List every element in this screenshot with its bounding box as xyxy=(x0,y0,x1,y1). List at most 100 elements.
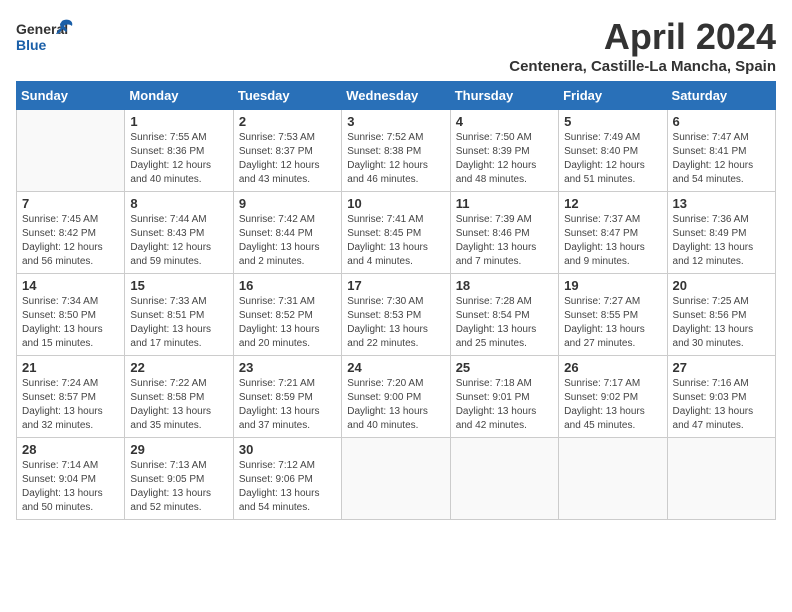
header: General Blue April 2024 Centenera, Casti… xyxy=(16,16,776,75)
day-number: 2 xyxy=(239,114,336,129)
day-info: Sunrise: 7:37 AM Sunset: 8:47 PM Dayligh… xyxy=(564,213,661,269)
calendar-cell: 4 Sunrise: 7:50 AM Sunset: 8:39 PM Daylig… xyxy=(450,110,558,192)
calendar-cell: 6Sunrise: 7:47 AM Sunset: 8:41 PM Daylig… xyxy=(667,110,775,192)
day-info: Sunrise: 7:20 AM Sunset: 9:00 PM Dayligh… xyxy=(347,377,444,433)
day-number: 4 xyxy=(456,114,553,129)
day-number: 8 xyxy=(130,196,227,211)
svg-text:Blue: Blue xyxy=(16,37,47,53)
day-info: Sunrise: 7:16 AM Sunset: 9:03 PM Dayligh… xyxy=(673,377,770,433)
calendar-week-row: 14 Sunrise: 7:34 AM Sunset: 8:50 PM Dayli… xyxy=(17,274,776,356)
calendar-cell: 8Sunrise: 7:44 AM Sunset: 8:43 PM Daylig… xyxy=(125,192,233,274)
day-info: Sunrise: 7:27 AM Sunset: 8:55 PM Dayligh… xyxy=(564,295,661,351)
calendar-cell xyxy=(667,438,775,520)
calendar-cell: 24 Sunrise: 7:20 AM Sunset: 9:00 PM Dayli… xyxy=(342,356,450,438)
day-number: 24 xyxy=(347,360,444,375)
day-number: 27 xyxy=(673,360,770,375)
weekday-header-tuesday: Tuesday xyxy=(233,82,341,110)
day-info: Sunrise: 7:24 AM Sunset: 8:57 PM Dayligh… xyxy=(22,377,119,433)
day-info: Sunrise: 7:45 AM Sunset: 8:42 PM Dayligh… xyxy=(22,213,119,269)
calendar-cell: 27 Sunrise: 7:16 AM Sunset: 9:03 PM Dayli… xyxy=(667,356,775,438)
day-info: Sunrise: 7:34 AM Sunset: 8:50 PM Dayligh… xyxy=(22,295,119,351)
calendar-cell: 28 Sunrise: 7:14 AM Sunset: 9:04 PM Dayli… xyxy=(17,438,125,520)
day-number: 11 xyxy=(456,196,553,211)
day-number: 14 xyxy=(22,278,119,293)
calendar-cell xyxy=(17,110,125,192)
day-info: Sunrise: 7:18 AM Sunset: 9:01 PM Dayligh… xyxy=(456,377,553,433)
calendar-table: SundayMondayTuesdayWednesdayThursdayFrid… xyxy=(16,81,776,520)
calendar-cell: 20 Sunrise: 7:25 AM Sunset: 8:56 PM Dayli… xyxy=(667,274,775,356)
day-number: 10 xyxy=(347,196,444,211)
day-number: 18 xyxy=(456,278,553,293)
logo: General Blue xyxy=(16,16,76,66)
weekday-header-sunday: Sunday xyxy=(17,82,125,110)
calendar-cell xyxy=(342,438,450,520)
day-number: 30 xyxy=(239,442,336,457)
calendar-cell: 23 Sunrise: 7:21 AM Sunset: 8:59 PM Dayli… xyxy=(233,356,341,438)
location-subtitle: Centenera, Castille-La Mancha, Spain xyxy=(509,58,776,75)
weekday-header-row: SundayMondayTuesdayWednesdayThursdayFrid… xyxy=(17,82,776,110)
calendar-cell xyxy=(450,438,558,520)
day-info: Sunrise: 7:49 AM Sunset: 8:40 PM Dayligh… xyxy=(564,131,661,187)
day-number: 22 xyxy=(130,360,227,375)
weekday-header-saturday: Saturday xyxy=(667,82,775,110)
day-number: 26 xyxy=(564,360,661,375)
day-number: 23 xyxy=(239,360,336,375)
calendar-cell: 18 Sunrise: 7:28 AM Sunset: 8:54 PM Dayli… xyxy=(450,274,558,356)
day-number: 17 xyxy=(347,278,444,293)
day-info: Sunrise: 7:30 AM Sunset: 8:53 PM Dayligh… xyxy=(347,295,444,351)
day-number: 21 xyxy=(22,360,119,375)
day-number: 20 xyxy=(673,278,770,293)
day-info: Sunrise: 7:25 AM Sunset: 8:56 PM Dayligh… xyxy=(673,295,770,351)
calendar-cell xyxy=(559,438,667,520)
logo-area: General Blue xyxy=(16,16,76,66)
day-number: 19 xyxy=(564,278,661,293)
weekday-header-wednesday: Wednesday xyxy=(342,82,450,110)
calendar-cell: 15 Sunrise: 7:33 AM Sunset: 8:51 PM Dayli… xyxy=(125,274,233,356)
calendar-cell: 22 Sunrise: 7:22 AM Sunset: 8:58 PM Dayli… xyxy=(125,356,233,438)
calendar-cell: 19 Sunrise: 7:27 AM Sunset: 8:55 PM Dayli… xyxy=(559,274,667,356)
calendar-cell: 16 Sunrise: 7:31 AM Sunset: 8:52 PM Dayli… xyxy=(233,274,341,356)
calendar-cell: 2 Sunrise: 7:53 AM Sunset: 8:37 PM Daylig… xyxy=(233,110,341,192)
calendar-cell: 25Sunrise: 7:18 AM Sunset: 9:01 PM Dayli… xyxy=(450,356,558,438)
title-area: April 2024 Centenera, Castille-La Mancha… xyxy=(509,16,776,75)
day-info: Sunrise: 7:50 AM Sunset: 8:39 PM Dayligh… xyxy=(456,131,553,187)
calendar-week-row: 21 Sunrise: 7:24 AM Sunset: 8:57 PM Dayli… xyxy=(17,356,776,438)
day-info: Sunrise: 7:28 AM Sunset: 8:54 PM Dayligh… xyxy=(456,295,553,351)
day-info: Sunrise: 7:33 AM Sunset: 8:51 PM Dayligh… xyxy=(130,295,227,351)
calendar-cell: 3 Sunrise: 7:52 AM Sunset: 8:38 PM Daylig… xyxy=(342,110,450,192)
calendar-cell: 7 Sunrise: 7:45 AM Sunset: 8:42 PM Daylig… xyxy=(17,192,125,274)
calendar-week-row: 1 Sunrise: 7:55 AM Sunset: 8:36 PM Daylig… xyxy=(17,110,776,192)
calendar-cell: 14 Sunrise: 7:34 AM Sunset: 8:50 PM Dayli… xyxy=(17,274,125,356)
day-info: Sunrise: 7:39 AM Sunset: 8:46 PM Dayligh… xyxy=(456,213,553,269)
calendar-cell: 1 Sunrise: 7:55 AM Sunset: 8:36 PM Daylig… xyxy=(125,110,233,192)
day-info: Sunrise: 7:52 AM Sunset: 8:38 PM Dayligh… xyxy=(347,131,444,187)
day-info: Sunrise: 7:12 AM Sunset: 9:06 PM Dayligh… xyxy=(239,459,336,515)
weekday-header-monday: Monday xyxy=(125,82,233,110)
day-info: Sunrise: 7:53 AM Sunset: 8:37 PM Dayligh… xyxy=(239,131,336,187)
day-number: 3 xyxy=(347,114,444,129)
calendar-cell: 30 Sunrise: 7:12 AM Sunset: 9:06 PM Dayli… xyxy=(233,438,341,520)
calendar-cell: 5 Sunrise: 7:49 AM Sunset: 8:40 PM Daylig… xyxy=(559,110,667,192)
weekday-header-friday: Friday xyxy=(559,82,667,110)
day-info: Sunrise: 7:42 AM Sunset: 8:44 PM Dayligh… xyxy=(239,213,336,269)
day-number: 28 xyxy=(22,442,119,457)
calendar-cell: 10Sunrise: 7:41 AM Sunset: 8:45 PM Dayli… xyxy=(342,192,450,274)
day-info: Sunrise: 7:47 AM Sunset: 8:41 PM Dayligh… xyxy=(673,131,770,187)
day-info: Sunrise: 7:55 AM Sunset: 8:36 PM Dayligh… xyxy=(130,131,227,187)
day-number: 29 xyxy=(130,442,227,457)
day-info: Sunrise: 7:14 AM Sunset: 9:04 PM Dayligh… xyxy=(22,459,119,515)
calendar-cell: 12 Sunrise: 7:37 AM Sunset: 8:47 PM Dayli… xyxy=(559,192,667,274)
calendar-cell: 26Sunrise: 7:17 AM Sunset: 9:02 PM Dayli… xyxy=(559,356,667,438)
day-number: 1 xyxy=(130,114,227,129)
day-number: 9 xyxy=(239,196,336,211)
day-number: 7 xyxy=(22,196,119,211)
day-info: Sunrise: 7:31 AM Sunset: 8:52 PM Dayligh… xyxy=(239,295,336,351)
day-number: 15 xyxy=(130,278,227,293)
day-number: 16 xyxy=(239,278,336,293)
calendar-cell: 13Sunrise: 7:36 AM Sunset: 8:49 PM Dayli… xyxy=(667,192,775,274)
day-info: Sunrise: 7:36 AM Sunset: 8:49 PM Dayligh… xyxy=(673,213,770,269)
day-number: 5 xyxy=(564,114,661,129)
day-info: Sunrise: 7:21 AM Sunset: 8:59 PM Dayligh… xyxy=(239,377,336,433)
day-number: 12 xyxy=(564,196,661,211)
day-info: Sunrise: 7:22 AM Sunset: 8:58 PM Dayligh… xyxy=(130,377,227,433)
